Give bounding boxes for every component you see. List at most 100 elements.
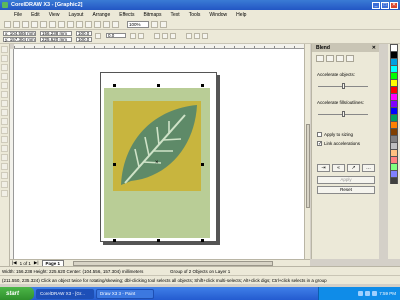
cut-icon[interactable] — [40, 20, 47, 28]
basic-shapes-tool-icon[interactable] — [1, 127, 8, 134]
mirror-vertical-icon[interactable] — [138, 33, 144, 39]
palette-swatch[interactable] — [390, 72, 398, 79]
width-field[interactable]: 156.238 mm — [40, 31, 72, 36]
menu-arrange[interactable]: Arrange — [92, 12, 110, 18]
ungroup-all-icon[interactable] — [170, 33, 176, 39]
options-icon[interactable] — [160, 20, 167, 28]
blend-first-button[interactable]: ⇥ — [317, 164, 330, 172]
menu-edit[interactable]: Edit — [31, 12, 40, 18]
import-icon[interactable] — [85, 20, 92, 28]
fill-tool-icon[interactable] — [1, 181, 8, 188]
selection-handle-right[interactable] — [201, 163, 204, 166]
table-tool-icon[interactable] — [1, 145, 8, 152]
snap-icon[interactable] — [151, 20, 158, 28]
tray-security-icon[interactable] — [372, 291, 378, 296]
polygon-tool-icon[interactable] — [1, 118, 8, 125]
vertical-scroll-thumb[interactable] — [306, 124, 310, 208]
text-tool-icon[interactable] — [1, 136, 8, 143]
palette-swatch[interactable] — [390, 58, 398, 65]
palette-swatch[interactable] — [390, 135, 398, 142]
menu-tools[interactable]: Tools — [189, 12, 201, 18]
vertical-scrollbar[interactable] — [304, 44, 310, 259]
group-icon[interactable] — [154, 33, 160, 39]
undo-icon[interactable] — [67, 20, 74, 28]
zoom-tool-icon[interactable] — [1, 73, 8, 80]
accelerate-fills-slider[interactable] — [318, 111, 368, 117]
palette-swatch[interactable] — [390, 142, 398, 149]
menu-window[interactable]: Window — [209, 12, 227, 18]
copy-icon[interactable] — [49, 20, 56, 28]
export-icon[interactable] — [94, 20, 101, 28]
to-front-icon[interactable] — [194, 33, 200, 39]
selection-handle-top-left[interactable] — [113, 84, 116, 87]
palette-swatch[interactable] — [390, 170, 398, 177]
maximize-button[interactable]: □ — [381, 1, 389, 9]
palette-swatch[interactable] — [390, 86, 398, 93]
apply-to-sizing-checkbox[interactable]: Apply to sizing — [317, 132, 353, 137]
blend-more-button[interactable]: … — [362, 164, 375, 172]
freehand-tool-icon[interactable] — [1, 82, 8, 89]
paste-icon[interactable] — [58, 20, 65, 28]
blend-path-button[interactable]: ↗ — [347, 164, 360, 172]
palette-swatch[interactable] — [390, 156, 398, 163]
palette-swatch[interactable] — [390, 149, 398, 156]
selection-handle-bottom-right[interactable] — [201, 239, 204, 242]
palette-swatch[interactable] — [390, 100, 398, 107]
redo-icon[interactable] — [76, 20, 83, 28]
menu-layout[interactable]: Layout — [68, 12, 83, 18]
blend-back-button[interactable]: « — [332, 164, 345, 172]
start-button[interactable]: start — [0, 287, 34, 300]
tray-network-icon[interactable] — [358, 291, 364, 296]
reset-button[interactable]: Reset — [317, 186, 375, 194]
apply-button[interactable]: Apply — [317, 176, 375, 184]
x-position-field[interactable]: x: 104.556 mm — [3, 31, 36, 36]
docker-close-icon[interactable]: ✕ — [372, 45, 376, 51]
horizontal-scrollbar[interactable] — [73, 260, 274, 266]
palette-swatch[interactable] — [390, 51, 398, 58]
palette-swatch[interactable] — [390, 121, 398, 128]
height-field[interactable]: 225.620 mm — [40, 37, 72, 42]
palette-swatch[interactable] — [390, 79, 398, 86]
blend-steps-tab-icon[interactable] — [316, 55, 324, 62]
accelerate-objects-knob[interactable] — [341, 83, 345, 89]
palette-swatch[interactable] — [390, 177, 398, 184]
menu-text[interactable]: Text — [171, 12, 180, 18]
tray-volume-icon[interactable] — [365, 291, 371, 296]
palette-swatch[interactable] — [390, 65, 398, 72]
link-accelerations-box[interactable]: ✓ — [317, 141, 322, 147]
center-marker-icon[interactable]: × — [155, 160, 159, 166]
rotation-angle-field[interactable]: 0.0 — [106, 33, 126, 38]
accelerate-objects-slider[interactable] — [318, 83, 368, 89]
ungroup-icon[interactable] — [162, 33, 168, 39]
app-launcher-icon[interactable] — [103, 20, 110, 28]
interactive-blend-tool-icon[interactable] — [1, 154, 8, 161]
palette-swatch[interactable] — [390, 128, 398, 135]
menu-file[interactable]: File — [14, 12, 22, 18]
accelerate-fills-knob[interactable] — [341, 111, 345, 117]
blend-rotation-tab-icon[interactable] — [326, 55, 334, 62]
mirror-horizontal-icon[interactable] — [130, 33, 136, 39]
selection-handle-bottom-left[interactable] — [113, 239, 116, 242]
palette-swatch[interactable] — [390, 107, 398, 114]
drawing-canvas[interactable]: × — [14, 49, 304, 259]
to-back-icon[interactable] — [202, 33, 208, 39]
selection-handle-bottom[interactable] — [157, 239, 160, 242]
menu-view[interactable]: View — [49, 12, 60, 18]
shape-tool-icon[interactable] — [1, 55, 8, 62]
ellipse-tool-icon[interactable] — [1, 109, 8, 116]
selection-handle-top-right[interactable] — [201, 84, 204, 87]
menu-bitmaps[interactable]: Bitmaps — [143, 12, 161, 18]
apply-to-sizing-box[interactable] — [317, 132, 322, 137]
eyedropper-tool-icon[interactable] — [1, 163, 8, 170]
selection-handle-left[interactable] — [113, 163, 116, 166]
scale-y-field[interactable]: 100.0 — [76, 37, 92, 42]
rectangle-tool-icon[interactable] — [1, 100, 8, 107]
open-icon[interactable] — [13, 20, 20, 28]
palette-swatch[interactable] — [390, 163, 398, 170]
link-accelerations-checkbox[interactable]: ✓ Link accelerations — [317, 141, 360, 147]
taskbar-item-paint[interactable]: Draw X3 3 - Paint — [96, 288, 154, 299]
outline-tool-icon[interactable] — [1, 172, 8, 179]
new-icon[interactable] — [4, 20, 11, 28]
leaf-graphic[interactable] — [113, 101, 201, 191]
welcome-icon[interactable] — [112, 20, 119, 28]
